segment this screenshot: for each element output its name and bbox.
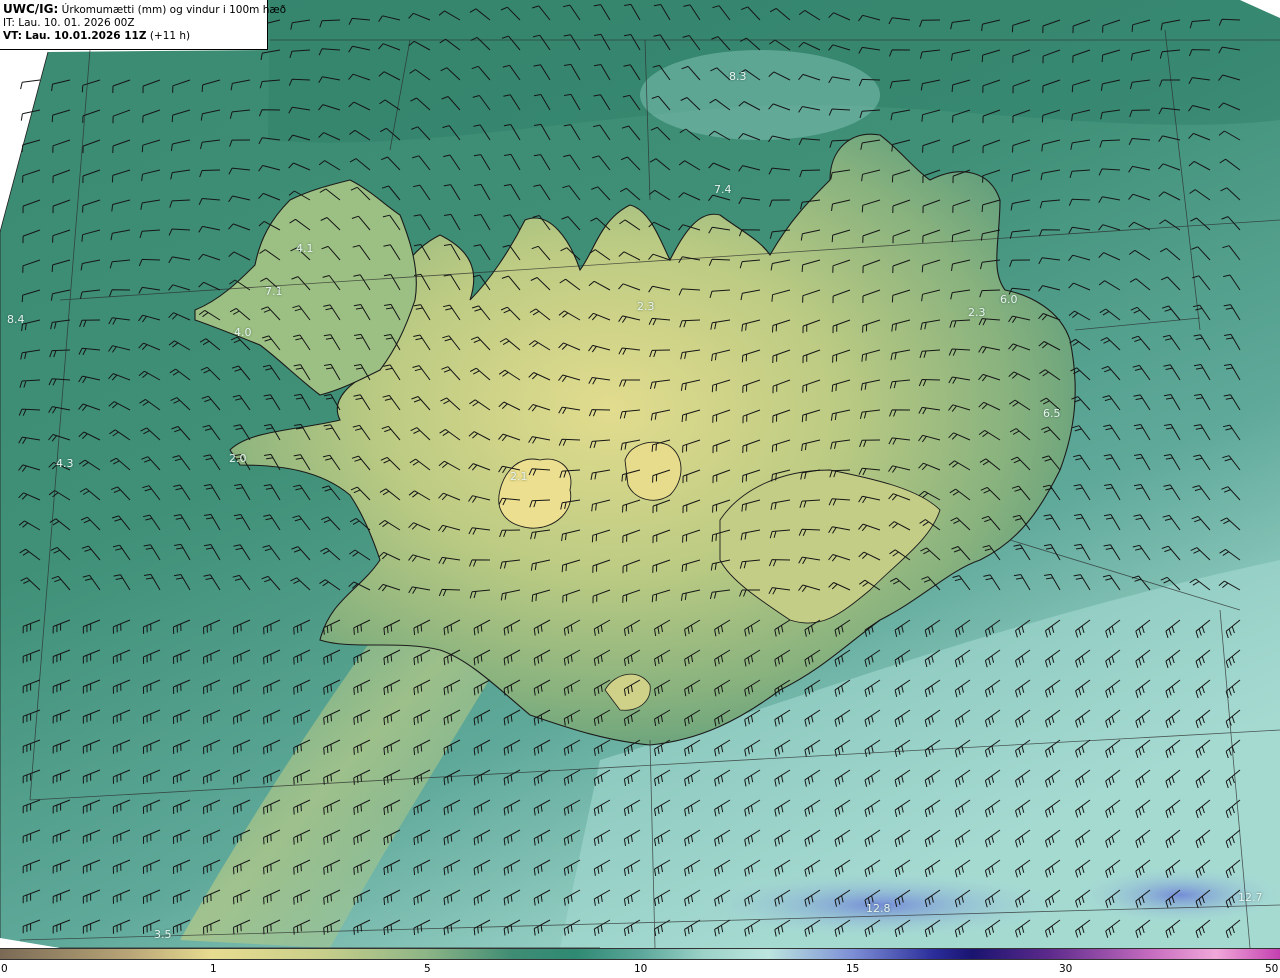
map-value-label: 4.1 (296, 242, 314, 255)
colorbar-tick-label: 1 (210, 963, 217, 975)
map-value-label: 7.1 (265, 285, 283, 298)
map-value-label: 4.0 (234, 326, 252, 339)
map-value-label: 2.1 (510, 470, 528, 483)
map-value-label: 8.4 (7, 313, 25, 326)
initial-time: Lau. 10. 01. 2026 00Z (18, 17, 135, 29)
colorbar-ticks: 0 1 5 10 15 30 50 (0, 960, 1280, 978)
colorbar-tick-label: 0 (1, 963, 8, 975)
product-code: UWC/IG: (3, 2, 59, 16)
map-value-label: 3.5 (154, 928, 172, 941)
map-value-label: 2.3 (968, 306, 986, 319)
colorbar-tick-label: 15 (846, 963, 860, 975)
map-value-label: 6.5 (1043, 407, 1061, 420)
colorbar-tick-label: 50 (1265, 963, 1279, 975)
colorbar-tick-label: 10 (634, 963, 648, 975)
field-description: Úrkomumætti (mm) og vindur i 100m hæð (61, 4, 287, 16)
map-value-label: 6.0 (1000, 293, 1018, 306)
forecast-offset: (+11 h) (149, 30, 191, 42)
it-label: IT: (3, 17, 15, 29)
valid-time: Lau. 10.01.2026 11Z (25, 30, 147, 42)
map-value-label: 4.3 (56, 457, 74, 470)
map-value-label: 12.7 (1238, 891, 1263, 904)
map-value-label: 7.4 (714, 183, 732, 196)
wind-barb (20, 79, 41, 90)
map-value-label: 12.8 (866, 902, 891, 915)
colorbar (0, 948, 1280, 960)
map-header: UWC/IG: Úrkomumætti (mm) og vindur i 100… (0, 0, 286, 50)
vt-label: VT: (3, 30, 22, 42)
map-value-label: 8.3 (729, 70, 747, 83)
precipitable-water-map (0, 0, 1280, 949)
colorbar-tick-label: 5 (424, 963, 431, 975)
map-value-label: 2.3 (637, 300, 655, 313)
colorbar-tick-label: 30 (1059, 963, 1073, 975)
map-value-label: 2.0 (229, 452, 247, 465)
